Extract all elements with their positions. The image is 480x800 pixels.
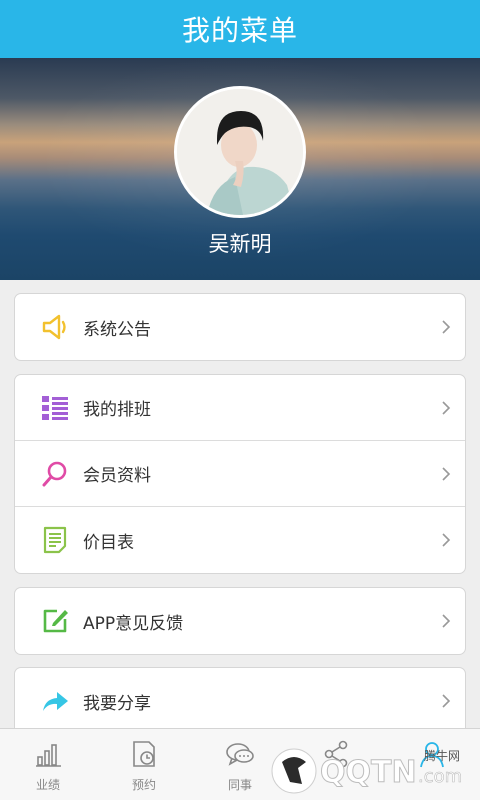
chevron-right-icon bbox=[442, 694, 451, 708]
avatar-photo bbox=[177, 89, 303, 215]
menu-item-feedback[interactable]: APP意见反馈 bbox=[15, 588, 465, 654]
chevron-right-icon bbox=[442, 401, 451, 415]
avatar[interactable] bbox=[174, 86, 306, 218]
speaker-icon bbox=[42, 314, 66, 340]
tab-label: 预约 bbox=[131, 778, 156, 792]
menu-group-share: 我要分享 bbox=[14, 667, 466, 735]
menu-item-price-list[interactable]: 价目表 bbox=[15, 507, 465, 573]
svg-text:QQTN: QQTN bbox=[320, 755, 417, 790]
chevron-right-icon bbox=[442, 533, 451, 547]
tab-performance[interactable]: 业绩 bbox=[0, 729, 96, 800]
menu-item-label: 我的排班 bbox=[83, 400, 151, 420]
menu-group-main: 我的排班 会员资料 价目表 bbox=[14, 374, 466, 574]
page-title: 我的菜单 bbox=[181, 14, 298, 47]
list-icon bbox=[42, 396, 68, 420]
menu-item-label: 价目表 bbox=[83, 532, 134, 553]
svg-text:腾牛网: 腾牛网 bbox=[424, 748, 460, 763]
svg-text:.com: .com bbox=[418, 766, 462, 787]
menu-item-label: 会员资料 bbox=[83, 466, 151, 486]
menu-item-member-info[interactable]: 会员资料 bbox=[15, 441, 465, 507]
menu-item-label: 我要分享 bbox=[83, 693, 151, 714]
chevron-right-icon bbox=[442, 467, 451, 481]
calendar-clock-icon bbox=[133, 741, 155, 767]
title-bar: 我的菜单 bbox=[0, 0, 480, 58]
menu-item-label: APP意见反馈 bbox=[83, 613, 184, 634]
search-icon bbox=[42, 461, 67, 487]
menu-item-my-schedule[interactable]: 我的排班 bbox=[15, 375, 465, 441]
menu-item-share[interactable]: 我要分享 bbox=[15, 668, 465, 734]
username: 吴新明 bbox=[208, 232, 272, 256]
watermark-logo: QQTN .com 腾牛网 bbox=[271, 748, 462, 794]
tab-appointments[interactable]: 预约 bbox=[96, 729, 192, 800]
profile-header: 吴新明 bbox=[0, 58, 480, 280]
chevron-right-icon bbox=[442, 320, 451, 334]
menu-item-announcements[interactable]: 系统公告 bbox=[15, 294, 465, 360]
chat-icon bbox=[226, 743, 254, 766]
tab-label: 业绩 bbox=[35, 778, 60, 792]
chevron-right-icon bbox=[442, 614, 451, 628]
edit-icon bbox=[43, 609, 68, 633]
menu-group-feedback: APP意见反馈 bbox=[14, 587, 466, 655]
menu-group-announcements: 系统公告 bbox=[14, 293, 466, 361]
share-arrow-icon bbox=[43, 692, 68, 711]
menu-item-label: 系统公告 bbox=[83, 319, 151, 340]
bar-chart-icon bbox=[36, 744, 61, 767]
document-icon bbox=[43, 526, 67, 554]
